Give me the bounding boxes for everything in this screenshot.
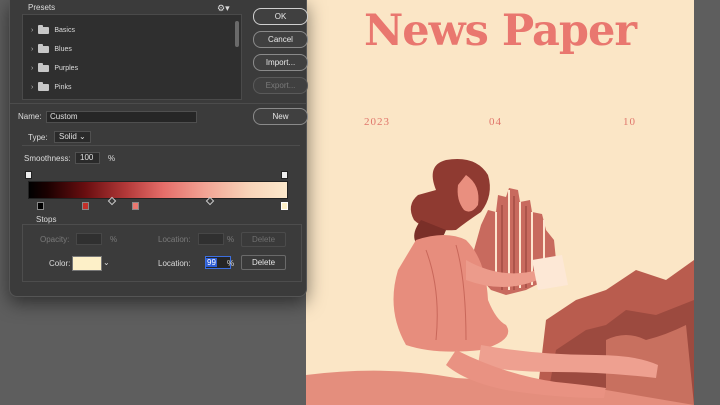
folder-icon [38, 43, 50, 53]
opacity-stop[interactable] [281, 171, 288, 179]
opacity-input [76, 233, 102, 245]
chevron-right-icon[interactable]: › [31, 65, 33, 72]
export-button: Export... [253, 77, 308, 94]
chevron-right-icon[interactable]: › [31, 84, 33, 91]
document-title: News Paper [364, 6, 637, 56]
name-field[interactable]: Custom [46, 111, 197, 123]
chevron-down-icon[interactable]: ⌄ [103, 258, 110, 267]
gradient-bar[interactable] [28, 181, 288, 199]
opacity-location-label: Location: [158, 235, 191, 244]
new-button[interactable]: New [253, 108, 308, 125]
opacity-location-input [198, 233, 224, 245]
presets-label: Presets [28, 3, 56, 12]
smoothness-label: Smoothness: [24, 154, 71, 163]
type-select-value: Solid [59, 132, 77, 141]
gradient-editor-dialog: Presets ⚙▾ › Basics › Blues › Purples › … [9, 0, 308, 297]
date-month: 04 [489, 116, 502, 128]
preset-name: Pinks [54, 83, 72, 91]
date-year: 2023 [364, 116, 390, 128]
color-location-unit: % [227, 259, 235, 268]
color-label: Color: [49, 259, 71, 268]
presets-scrollbar[interactable] [235, 21, 239, 47]
list-item[interactable]: › Purples [31, 61, 78, 75]
list-item[interactable]: › Basics [31, 23, 75, 37]
color-location-value: 99 [206, 258, 217, 267]
folder-icon [38, 62, 50, 72]
name-label: Name: [18, 112, 42, 121]
preset-name: Purples [54, 64, 79, 72]
presets-list[interactable]: › Basics › Blues › Purples › Pinks [22, 14, 242, 100]
opacity-stop[interactable] [25, 171, 32, 179]
folder-icon [38, 81, 50, 91]
opacity-label: Opacity: [40, 235, 70, 244]
chevron-right-icon[interactable]: › [31, 27, 33, 34]
color-stop-selected[interactable] [281, 202, 288, 210]
folder-icon [38, 24, 50, 34]
stops-label: Stops [36, 215, 57, 224]
smoothness-input[interactable]: 100 [75, 152, 100, 164]
ok-button[interactable]: OK [253, 8, 308, 25]
import-button[interactable]: Import... [253, 54, 308, 71]
chevron-down-icon: ⌄ [79, 132, 86, 141]
date-day: 10 [623, 116, 636, 128]
color-stop[interactable] [82, 202, 89, 210]
smoothness-unit: % [108, 154, 116, 163]
divider [10, 103, 306, 104]
preset-name: Basics [54, 26, 75, 34]
opacity-location-unit: % [227, 235, 235, 244]
divider [22, 145, 300, 146]
color-stop[interactable] [37, 202, 44, 210]
list-item[interactable]: › Pinks [31, 80, 71, 94]
list-item[interactable]: › Blues [31, 42, 72, 56]
color-delete-button[interactable]: Delete [241, 255, 286, 270]
cancel-button[interactable]: Cancel [253, 31, 308, 48]
color-swatch[interactable] [72, 256, 102, 271]
color-location-label: Location: [158, 259, 191, 268]
opacity-unit: % [110, 235, 118, 244]
document-canvas: News Paper 2023 04 10 [306, 0, 694, 405]
type-select[interactable]: Solid ⌄ [54, 131, 91, 143]
preset-name: Blues [54, 45, 72, 53]
chevron-right-icon[interactable]: › [31, 46, 33, 53]
opacity-delete-button: Delete [241, 232, 286, 247]
color-stop[interactable] [132, 202, 139, 210]
collage-photo [306, 159, 694, 405]
type-label: Type: [28, 133, 48, 142]
gear-icon[interactable]: ⚙▾ [217, 3, 230, 14]
